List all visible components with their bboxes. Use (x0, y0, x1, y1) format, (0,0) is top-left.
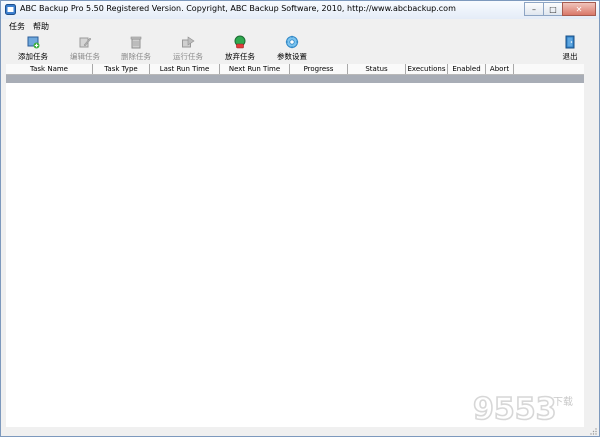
column-status[interactable]: Status (348, 64, 406, 74)
column-abort[interactable]: Abort (486, 64, 514, 74)
task-list-body[interactable] (6, 83, 584, 427)
edit-task-button[interactable]: 编辑任务 (62, 35, 108, 63)
maximize-button[interactable]: □ (543, 2, 563, 16)
window-title: ABC Backup Pro 5.50 Registered Version. … (20, 4, 456, 13)
delete-task-button[interactable]: 删除任务 (113, 35, 159, 63)
column-next-run-time[interactable]: Next Run Time (220, 64, 290, 74)
exit-label: 退出 (562, 52, 578, 61)
task-list-header-strip (6, 75, 584, 83)
run-task-label: 运行任务 (173, 52, 203, 61)
settings-label: 参数设置 (277, 52, 307, 61)
abort-task-label: 放弃任务 (225, 52, 255, 61)
delete-task-label: 删除任务 (121, 52, 151, 61)
site-watermark-logo: 9553 下载 (472, 391, 573, 425)
add-task-icon (27, 36, 40, 49)
column-last-run-time[interactable]: Last Run Time (150, 64, 220, 74)
app-window: ABC Backup Pro 5.50 Registered Version. … (0, 0, 600, 437)
abort-task-button[interactable]: 放弃任务 (217, 35, 263, 63)
edit-task-icon (79, 37, 92, 48)
column-filler (514, 64, 584, 74)
add-task-button[interactable]: 添加任务 (10, 35, 56, 63)
edit-task-label: 编辑任务 (70, 52, 100, 61)
menu-help[interactable]: 帮助 (29, 21, 53, 32)
column-enabled[interactable]: Enabled (448, 64, 486, 74)
add-task-label: 添加任务 (18, 52, 48, 61)
watermark-subtext: 下载 (553, 396, 573, 408)
close-button[interactable]: ✕ (562, 2, 596, 16)
run-task-button[interactable]: 运行任务 (165, 35, 211, 63)
status-bar (1, 427, 599, 436)
delete-task-icon (130, 36, 142, 49)
exit-door-icon (565, 35, 575, 49)
abort-task-icon (234, 35, 246, 49)
run-task-icon (182, 36, 195, 48)
watermark-number: 9553 (473, 392, 557, 425)
task-list-header: Task Name Task Type Last Run Time Next R… (6, 64, 584, 75)
column-executions[interactable]: Executions (406, 64, 448, 74)
menu-bar: 任务 帮助 (1, 19, 599, 33)
exit-button[interactable]: 退出 (547, 35, 593, 63)
settings-button[interactable]: 参数设置 (269, 35, 315, 63)
title-bar[interactable]: ABC Backup Pro 5.50 Registered Version. … (1, 1, 599, 19)
column-task-name[interactable]: Task Name (6, 64, 93, 74)
menu-task[interactable]: 任务 (5, 21, 29, 32)
column-progress[interactable]: Progress (290, 64, 348, 74)
app-icon (5, 4, 16, 15)
column-task-type[interactable]: Task Type (93, 64, 150, 74)
settings-icon (285, 35, 299, 49)
minimize-button[interactable]: – (524, 2, 544, 16)
toolbar: 添加任务 编辑任务 删除任务 运行任务 放弃任务 参数设置 退出 (1, 34, 599, 64)
resize-grip-icon[interactable] (589, 428, 597, 435)
